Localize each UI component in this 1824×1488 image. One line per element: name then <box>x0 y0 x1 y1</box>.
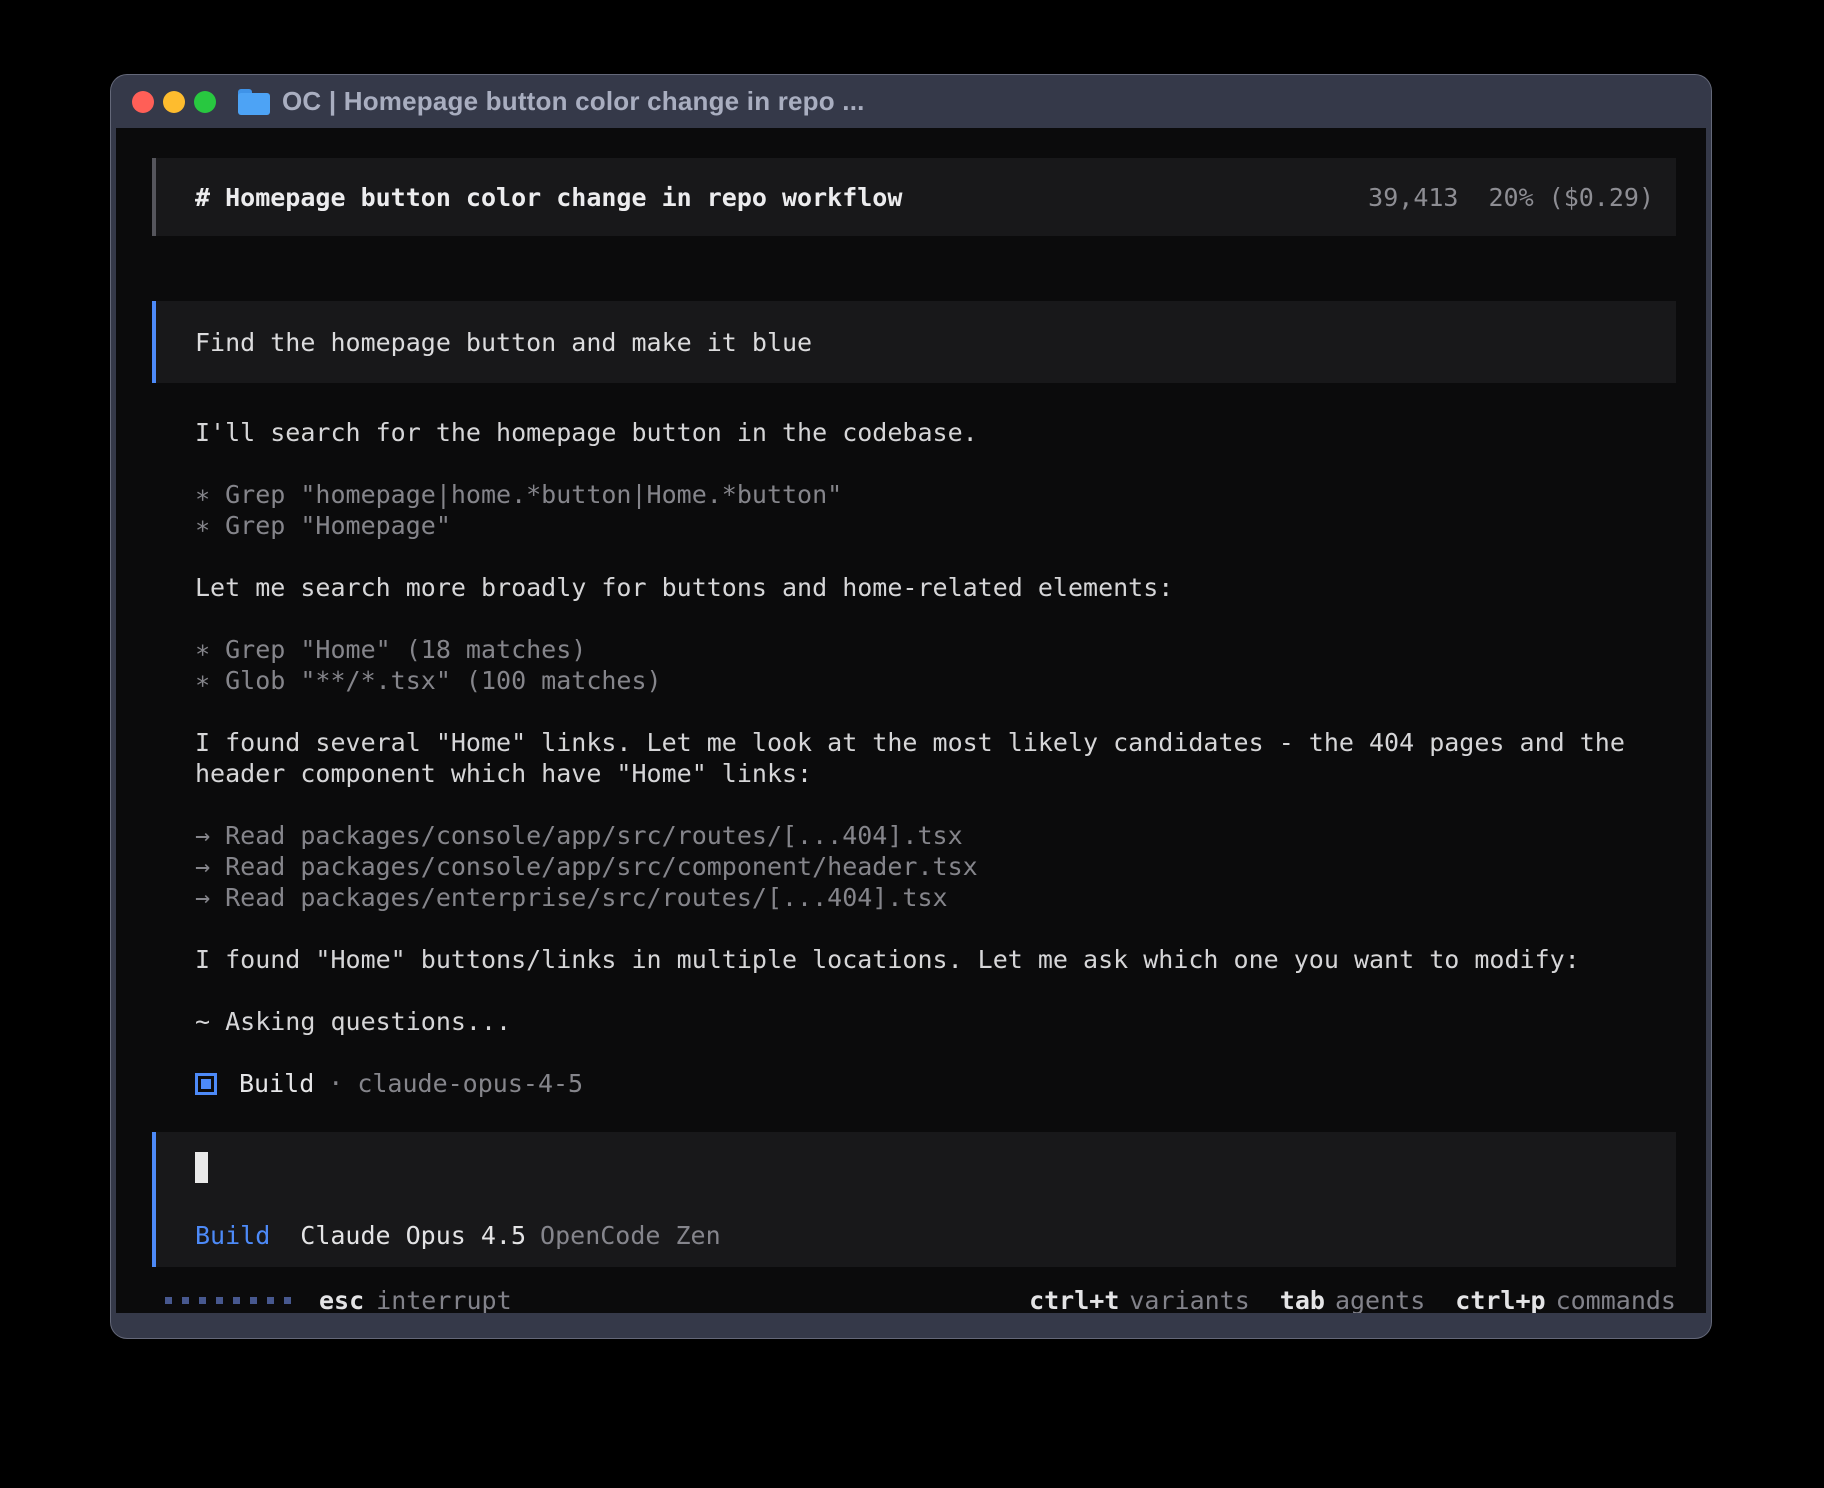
interrupt-key: esc <box>319 1285 364 1313</box>
window-bottom-strip <box>116 1313 1706 1338</box>
agent-name: Build <box>239 1068 314 1099</box>
status-right: ctrl+t variants tab agents ctrl+p comman… <box>999 1285 1676 1313</box>
assistant-text-line: I found several "Home" links. Let me loo… <box>195 727 1647 789</box>
hint-variants: ctrl+t variants <box>1029 1285 1250 1313</box>
user-message: Find the homepage button and make it blu… <box>152 301 1676 383</box>
token-count: 39,413 <box>1368 182 1458 213</box>
input-footer: Build Claude Opus 4.5 OpenCode Zen <box>195 1220 1676 1251</box>
tool-call-line: ∗ Glob "**/*.tsx" (100 matches) <box>195 665 1676 696</box>
window-title: OC | Homepage button color change in rep… <box>282 86 865 117</box>
assistant-text-line: I'll search for the homepage button in t… <box>195 417 1676 448</box>
session-header: # Homepage button color change in repo w… <box>152 158 1676 236</box>
assistant-text-line: Let me search more broadly for buttons a… <box>195 572 1676 603</box>
spinner-dots-icon <box>165 1297 291 1304</box>
hint-agents: tab agents <box>1280 1285 1425 1313</box>
status-bar: esc interrupt ctrl+t variants tab agents… <box>152 1285 1676 1313</box>
minimize-button[interactable] <box>163 91 185 113</box>
tool-call-line: → Read packages/enterprise/src/routes/[.… <box>195 882 1676 913</box>
session-title: # Homepage button color change in repo w… <box>195 182 902 213</box>
context-percent: 20% <box>1488 182 1533 213</box>
assistant-transcript: I'll search for the homepage button in t… <box>152 417 1676 1099</box>
tool-call-line: → Read packages/console/app/src/componen… <box>195 851 1676 882</box>
window-titlebar[interactable]: OC | Homepage button color change in rep… <box>116 75 1706 128</box>
input-agent-label[interactable]: Build <box>195 1220 270 1251</box>
model-id: claude-opus-4-5 <box>357 1068 583 1099</box>
terminal-content: # Homepage button color change in repo w… <box>116 128 1706 1313</box>
close-button[interactable] <box>132 91 154 113</box>
prompt-input[interactable]: Build Claude Opus 4.5 OpenCode Zen <box>152 1132 1676 1267</box>
tool-call-line: ∗ Grep "Home" (18 matches) <box>195 634 1676 665</box>
agent-badge-icon <box>195 1073 217 1095</box>
zoom-button[interactable] <box>194 91 216 113</box>
traffic-lights <box>132 91 216 113</box>
input-model-label[interactable]: Claude Opus 4.5 <box>300 1220 526 1251</box>
tool-call-line: ∗ Grep "homepage|home.*button|Home.*butt… <box>195 479 1676 510</box>
assistant-text-line: I found "Home" buttons/links in multiple… <box>195 944 1676 975</box>
agent-status-row: Build · claude-opus-4-5 <box>195 1068 1676 1099</box>
hint-commands: ctrl+p commands <box>1455 1285 1676 1313</box>
assistant-status-line: ~ Asking questions... <box>195 1006 1676 1037</box>
interrupt-label: interrupt <box>376 1285 511 1313</box>
input-provider-label: OpenCode Zen <box>540 1220 721 1251</box>
tool-call-line: ∗ Grep "Homepage" <box>195 510 1676 541</box>
folder-icon <box>238 89 270 115</box>
terminal-window: OC | Homepage button color change in rep… <box>111 75 1711 1338</box>
session-cost: ($0.29) <box>1549 182 1654 213</box>
text-cursor <box>195 1152 208 1183</box>
status-left: esc interrupt <box>165 1285 512 1313</box>
user-message-text: Find the homepage button and make it blu… <box>195 327 812 358</box>
tool-call-line: → Read packages/console/app/src/routes/[… <box>195 820 1676 851</box>
separator-dot: · <box>328 1068 343 1099</box>
session-stats: 39,413 20% ($0.29) <box>1368 182 1654 213</box>
